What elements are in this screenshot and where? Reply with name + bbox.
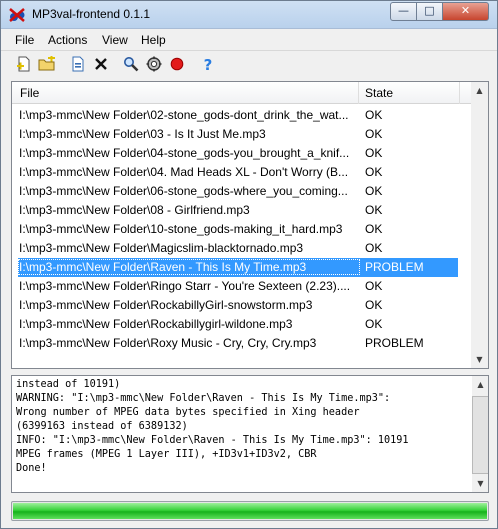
log-output[interactable]: instead of 10191) WARNING: "I:\mp3-mmc\N… xyxy=(11,375,489,493)
log-text: instead of 10191) WARNING: "I:\mp3-mmc\N… xyxy=(16,379,409,474)
menu-bar: File Actions View Help xyxy=(1,30,497,51)
file-path: I:\mp3-mmc\New Folder\RockabillyGirl-sno… xyxy=(19,298,313,312)
file-state: OK xyxy=(365,222,383,236)
list-item[interactable]: I:\mp3-mmc\New Folder\10-stone_gods-maki… xyxy=(12,220,488,239)
stop-icon xyxy=(170,57,184,74)
scroll-up-icon[interactable]: ▲ xyxy=(472,376,488,393)
file-path: I:\mp3-mmc\New Folder\04-stone_gods-you_… xyxy=(19,146,350,160)
file-state: OK xyxy=(365,203,383,217)
file-path: I:\mp3-mmc\New Folder\Rockabillygirl-wil… xyxy=(19,317,293,331)
list-item[interactable]: I:\mp3-mmc\New Folder\04-stone_gods-you_… xyxy=(12,144,488,163)
file-state: PROBLEM xyxy=(365,336,424,350)
file-state: OK xyxy=(365,279,383,293)
column-separator[interactable] xyxy=(459,82,460,104)
minimize-button[interactable]: — xyxy=(390,2,417,21)
file-path: I:\mp3-mmc\New Folder\Raven - This Is My… xyxy=(18,259,360,275)
file-path: I:\mp3-mmc\New Folder\06-stone_gods-wher… xyxy=(19,184,348,198)
column-separator[interactable] xyxy=(358,82,359,104)
progress-fill xyxy=(13,503,487,519)
list-header: File State xyxy=(12,82,488,104)
list-item[interactable]: I:\mp3-mmc\New Folder\Rockabillygirl-wil… xyxy=(12,315,488,334)
add-file-icon xyxy=(16,56,32,75)
window-title: MP3val-frontend 0.1.1 xyxy=(32,7,151,21)
maximize-button[interactable]: □ xyxy=(416,2,443,21)
file-path: I:\mp3-mmc\New Folder\Roxy Music - Cry, … xyxy=(19,336,317,350)
file-path: I:\mp3-mmc\New Folder\03 - Is It Just Me… xyxy=(19,127,266,141)
app-window: MP3val-frontend 0.1.1 — □ ✕ File Actions… xyxy=(0,0,498,529)
add-folder-icon xyxy=(38,54,56,75)
progress-bar xyxy=(11,501,489,521)
list-item[interactable]: I:\mp3-mmc\New Folder\06-stone_gods-wher… xyxy=(12,182,488,201)
file-state: OK xyxy=(365,146,383,160)
file-state: OK xyxy=(365,317,383,331)
list-item[interactable]: I:\mp3-mmc\New Folder\Magicslim-blacktor… xyxy=(12,239,488,258)
list-scrollbar[interactable]: ▲ ▼ xyxy=(471,82,488,368)
scroll-down-icon[interactable]: ▼ xyxy=(472,475,488,492)
remove-button[interactable] xyxy=(69,56,87,74)
help-button[interactable]: ? xyxy=(199,56,217,74)
scan-icon xyxy=(123,56,139,75)
app-logo-icon xyxy=(8,6,26,24)
file-state: OK xyxy=(365,298,383,312)
file-list[interactable]: File State I:\mp3-mmc\New Folder\02-ston… xyxy=(11,81,489,369)
file-path: I:\mp3-mmc\New Folder\02-stone_gods-dont… xyxy=(19,108,349,122)
list-item[interactable]: I:\mp3-mmc\New Folder\08 - Girlfriend.mp… xyxy=(12,201,488,220)
column-header-state[interactable]: State xyxy=(365,86,393,100)
list-item-selected[interactable]: I:\mp3-mmc\New Folder\Raven - This Is My… xyxy=(18,258,458,277)
delete-icon xyxy=(95,57,107,73)
scroll-down-icon[interactable]: ▼ xyxy=(471,351,488,368)
log-scrollbar[interactable]: ▲ ▼ xyxy=(472,376,488,492)
remove-icon xyxy=(71,56,85,75)
list-item[interactable]: I:\mp3-mmc\New Folder\03 - Is It Just Me… xyxy=(12,125,488,144)
fix-button[interactable] xyxy=(145,56,163,74)
file-path: I:\mp3-mmc\New Folder\Ringo Starr - You'… xyxy=(19,279,351,293)
delete-button[interactable] xyxy=(92,56,110,74)
list-item[interactable]: I:\mp3-mmc\New Folder\Ringo Starr - You'… xyxy=(12,277,488,296)
list-item[interactable]: I:\mp3-mmc\New Folder\RockabillyGirl-sno… xyxy=(12,296,488,315)
title-bar[interactable]: MP3val-frontend 0.1.1 — □ ✕ xyxy=(1,1,497,29)
list-item[interactable]: I:\mp3-mmc\New Folder\Roxy Music - Cry, … xyxy=(12,334,488,353)
help-icon: ? xyxy=(203,56,213,74)
stop-button[interactable] xyxy=(168,56,186,74)
list-item[interactable]: I:\mp3-mmc\New Folder\02-stone_gods-dont… xyxy=(12,106,488,125)
file-state: OK xyxy=(365,108,383,122)
menu-view[interactable]: View xyxy=(102,33,128,47)
file-state: OK xyxy=(365,241,383,255)
menu-file[interactable]: File xyxy=(15,33,34,47)
scroll-thumb[interactable] xyxy=(472,396,488,474)
list-item[interactable]: I:\mp3-mmc\New Folder\04. Mad Heads XL -… xyxy=(12,163,488,182)
menu-help[interactable]: Help xyxy=(141,33,166,47)
scroll-up-icon[interactable]: ▲ xyxy=(471,82,488,99)
file-state: OK xyxy=(365,127,383,141)
add-file-button[interactable] xyxy=(15,56,33,74)
fix-icon xyxy=(146,56,162,75)
scan-button[interactable] xyxy=(122,56,140,74)
file-path: I:\mp3-mmc\New Folder\10-stone_gods-maki… xyxy=(19,222,343,236)
file-state: PROBLEM xyxy=(365,260,424,274)
add-folder-button[interactable] xyxy=(38,54,56,75)
close-button[interactable]: ✕ xyxy=(442,2,489,21)
file-state: OK xyxy=(365,165,383,179)
file-path: I:\mp3-mmc\New Folder\08 - Girlfriend.mp… xyxy=(19,203,250,217)
toolbar: ? xyxy=(1,52,497,78)
menu-actions[interactable]: Actions xyxy=(48,33,87,47)
file-path: I:\mp3-mmc\New Folder\04. Mad Heads XL -… xyxy=(19,165,349,179)
column-header-file[interactable]: File xyxy=(20,86,39,100)
file-state: OK xyxy=(365,184,383,198)
file-path: I:\mp3-mmc\New Folder\Magicslim-blacktor… xyxy=(19,241,304,255)
